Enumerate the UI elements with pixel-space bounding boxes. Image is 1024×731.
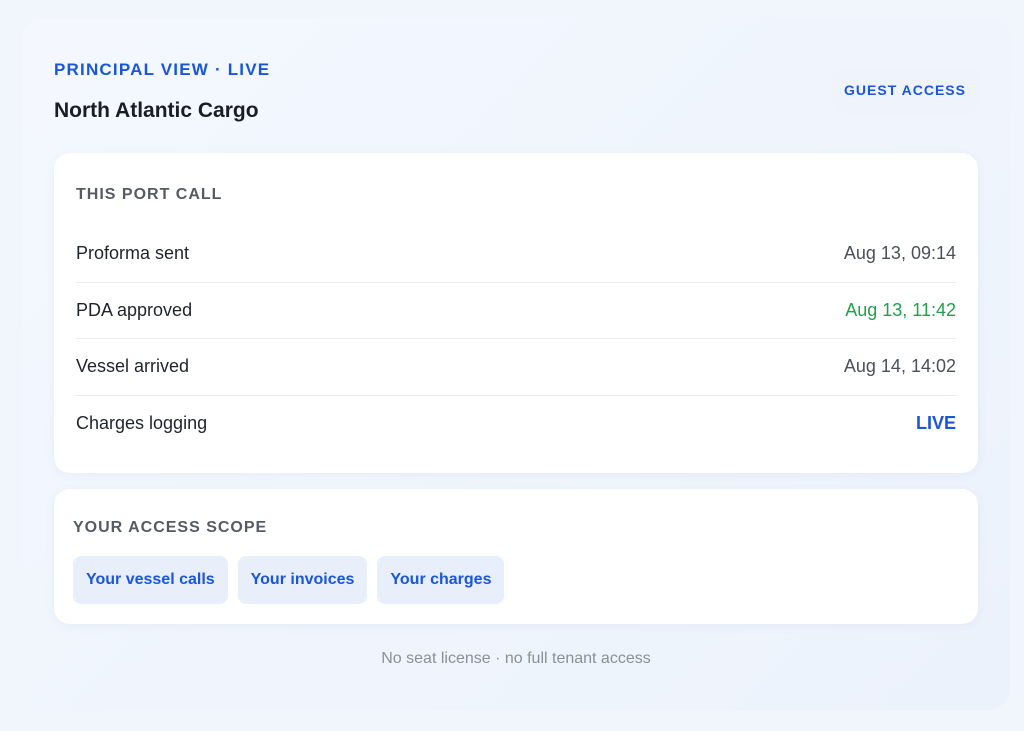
port-call-title: THIS PORT CALL: [76, 186, 223, 203]
timeline-row-charges: Charges logging LIVE: [76, 396, 956, 453]
timeline-label: PDA approved: [76, 299, 193, 320]
guest-access-badge: GUEST ACCESS: [832, 66, 978, 114]
access-scope-chips: Your vessel calls Your invoices Your cha…: [73, 556, 505, 604]
timeline-value: Aug 13, 11:42: [845, 299, 956, 320]
port-call-card: THIS PORT CALL Proforma sent Aug 13, 09:…: [54, 153, 978, 473]
timeline-row-arrival: Vessel arrived Aug 14, 14:02: [76, 339, 956, 396]
port-call-timeline: Proforma sent Aug 13, 09:14 PDA approved…: [76, 226, 956, 452]
timeline-value: Aug 14, 14:02: [843, 356, 956, 377]
timeline-row-proforma: Proforma sent Aug 13, 09:14: [76, 226, 956, 283]
timeline-label: Vessel arrived: [76, 356, 190, 377]
timeline-label: Charges logging: [76, 413, 208, 434]
scope-chip-invoices[interactable]: Your invoices: [237, 556, 368, 604]
timeline-label: Proforma sent: [76, 243, 190, 264]
live-status-badge: LIVE: [915, 413, 956, 434]
timeline-value: Aug 13, 09:14: [843, 243, 956, 264]
scope-chip-charges[interactable]: Your charges: [377, 556, 505, 604]
license-footnote: No seat license · no full tenant access: [381, 650, 651, 667]
access-scope-card: YOUR ACCESS SCOPE Your vessel calls Your…: [54, 489, 978, 624]
view-mode-label: PRINCIPAL VIEW · LIVE: [54, 60, 271, 79]
timeline-row-pda: PDA approved Aug 13, 11:42: [76, 283, 956, 339]
access-scope-title: YOUR ACCESS SCOPE: [73, 519, 268, 536]
page-title: North Atlantic Cargo: [54, 99, 259, 122]
scope-chip-vessel-calls[interactable]: Your vessel calls: [73, 556, 228, 604]
